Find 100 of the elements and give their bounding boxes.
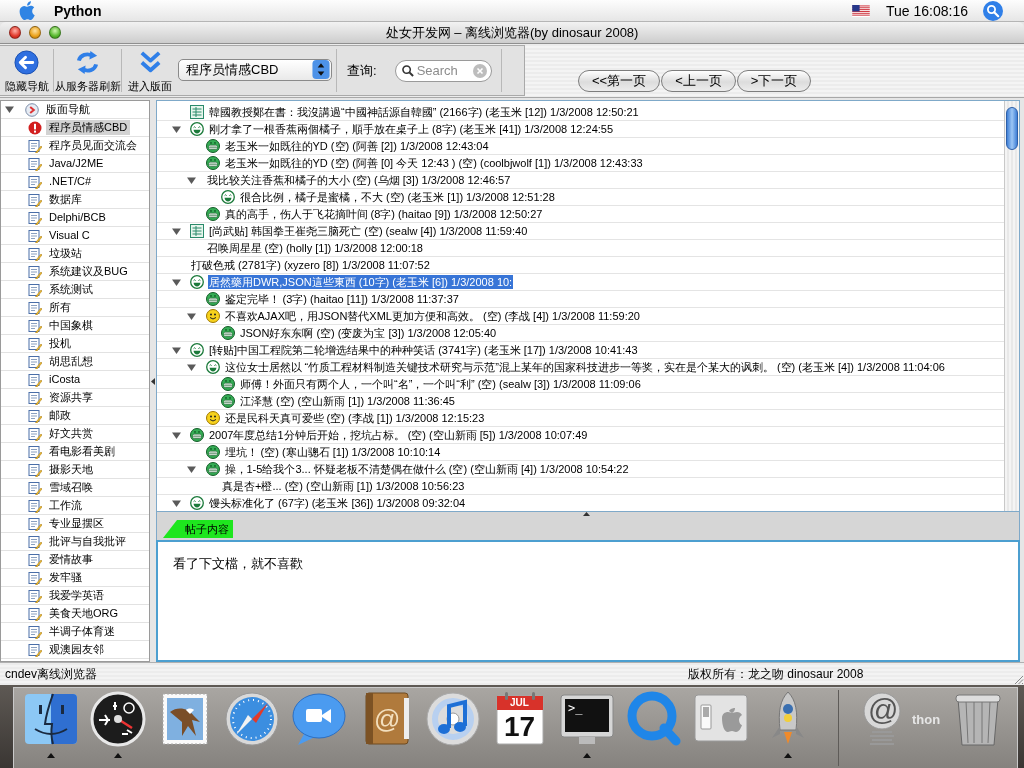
sidebar-item[interactable]: 邮政	[46, 408, 74, 423]
previous-page-button[interactable]: <上一页	[661, 70, 736, 92]
sidebar-item[interactable]: 版面导航	[43, 102, 93, 117]
board-dropdown[interactable]: 程序员情感CBD	[178, 58, 332, 81]
sidebar-item[interactable]: 垃圾站	[46, 246, 85, 261]
scroll-thumb[interactable]	[1006, 107, 1018, 150]
sidebar-item[interactable]: 观澳园友邻	[46, 642, 107, 657]
zoom-button[interactable]	[49, 26, 61, 39]
sidebar-item[interactable]: 批评与自我批评	[46, 534, 129, 549]
thread-item[interactable]: 我比较关注香蕉和橘子的大小 (空) (乌烟 [3]) 1/3/2008 12:46:57	[205, 173, 512, 187]
close-button[interactable]	[9, 26, 21, 39]
thread-item[interactable]: 操，1-5给我个3... 怀疑老板不清楚偶在做什么 (空) (空山新雨 [4]) 1/3/2008 10:54:22	[223, 462, 630, 476]
compass-icon[interactable]	[223, 690, 281, 748]
toolbar-button[interactable]: 隐藏导航	[0, 46, 53, 95]
sidebar-item[interactable]: 程序员见面交流会	[46, 138, 140, 153]
disclosure-triangle-icon[interactable]	[187, 175, 196, 185]
thread-item[interactable]: 召唤周星星 (空) (holly [1]) 1/3/2008 12:00:18	[205, 241, 424, 255]
app-menu[interactable]: Python	[54, 2, 102, 19]
flag-icon[interactable]	[852, 4, 870, 17]
disclosure-triangle-icon[interactable]	[171, 430, 181, 440]
disclosure-triangle-icon[interactable]	[187, 464, 196, 474]
sidebar-item[interactable]: Delphi/BCB	[46, 210, 109, 225]
minimize-button[interactable]	[29, 26, 41, 39]
video-chat-bubble-icon[interactable]	[290, 690, 348, 748]
sidebar-item[interactable]: 我爱学英语	[46, 588, 107, 603]
sidebar-item[interactable]: 看电影看美剧	[46, 444, 118, 459]
disclosure-triangle-icon[interactable]	[171, 124, 181, 134]
sidebar-item[interactable]: .NET/C#	[46, 174, 95, 189]
disclosure-triangle-icon[interactable]	[171, 277, 181, 287]
search-field[interactable]: Search	[394, 59, 492, 82]
next-page-button[interactable]: >下一页	[736, 70, 812, 92]
note-pencil-icon	[28, 624, 42, 639]
disclosure-triangle-icon[interactable]	[187, 362, 196, 372]
dial-gauge-icon[interactable]	[89, 690, 147, 748]
thread-item[interactable]: [转贴]中国工程院第二轮增选结果中的种种笑话 (3741字) (老玉米 [17]) 1/3/2008 10:41:43	[208, 343, 639, 357]
sidebar-item[interactable]: 系统建议及BUG	[46, 264, 131, 279]
sidebar-item[interactable]: 数据库	[46, 192, 85, 207]
calendar-month: JUL	[510, 697, 529, 708]
sidebar-item[interactable]: 程序员情感CBD	[46, 120, 131, 135]
resize-grip-icon[interactable]	[1013, 674, 1024, 685]
thread-item[interactable]: [尚武贴] 韩国拳王崔尧三脑死亡 (空) (sealw [4]) 1/3/2008 11:59:40	[208, 224, 529, 238]
toolbar-button[interactable]: 进入版面	[122, 46, 178, 95]
note-pencil-icon	[28, 210, 42, 225]
thread-item[interactable]: 刚才拿了一根香蕉兩個橘子，順手放在桌子上 (8字) (老玉米 [41]) 1/3/2008 12:24:55	[208, 122, 615, 136]
search-icon[interactable]	[983, 0, 1003, 21]
toolbar-button[interactable]: 从服务器刷新	[54, 46, 121, 95]
thread-item[interactable]: 馒头标准化了 (67字) (老玉米 [36]) 1/3/2008 09:32:04	[208, 496, 467, 510]
sidebar-item[interactable]: 好文共赏	[46, 426, 96, 441]
sidebar-item[interactable]: 投机	[46, 336, 74, 351]
sidebar-item[interactable]: 资源共享	[46, 390, 96, 405]
disclosure-triangle-icon[interactable]	[5, 105, 14, 114]
note-pencil-icon	[28, 174, 42, 189]
thread-item[interactable]: 江泽慧 (空) (空山新雨 [1]) 1/3/2008 11:36:45	[239, 394, 456, 408]
thread-item[interactable]: 这位女士居然以 “竹质工程材料制造关键技术研究与示范”混上某年的国家科技进步一等奖，实在是个某大的讽刺。 (空) (老玉米 [4]) 1/3/2008 11:04:06	[223, 360, 946, 374]
note-pencil-icon	[28, 246, 42, 261]
sidebar-item[interactable]: 发牢骚	[46, 570, 85, 585]
sidebar-item[interactable]: 美食天地ORG	[46, 606, 122, 621]
thread-item[interactable]: 打破色戒 (2781字) (xyzero [8]) 1/3/2008 11:07:52	[190, 258, 431, 272]
thread-item[interactable]: 真是杏+橙... (空) (空山新雨 [1]) 1/3/2008 10:56:23	[221, 479, 466, 493]
sidebar-item[interactable]: 胡思乱想	[46, 354, 96, 369]
disclosure-triangle-icon[interactable]	[171, 226, 181, 236]
content-tab[interactable]: 帖子内容	[163, 520, 233, 538]
thread-item[interactable]: 老玉米一如既往的YD (空) (阿善 [2]) 1/3/2008 12:43:04	[223, 139, 490, 153]
thread-item[interactable]: 很合比例，橘子是蜜橘，不大 (空) (老玉米 [1]) 1/3/2008 12:51:28	[239, 190, 556, 204]
thread-item[interactable]: JSON好东东啊 (空) (变废为宝 [3]) 1/3/2008 12:05:40	[239, 326, 498, 340]
menu-clock[interactable]: Tue 16:08:16	[886, 2, 968, 19]
sidebar-item[interactable]: 雪域召唤	[46, 480, 96, 495]
thread-item[interactable]: 韓國教授鄭在書：我沒講過“中國神話源自韓國” (2166字) (老玉米 [12]) 1/3/2008 12:50:21	[208, 105, 640, 119]
note-pencil-icon	[28, 156, 42, 171]
disclosure-triangle-icon[interactable]	[171, 498, 181, 508]
teeth-grin-icon	[205, 139, 220, 153]
thread-item[interactable]: 鉴定完毕！ (3字) (haitao [11]) 1/3/2008 11:37:37	[223, 292, 460, 306]
sidebar-item[interactable]: 中国象棋	[46, 318, 96, 333]
sidebar-item[interactable]: Java/J2ME	[46, 156, 107, 171]
teeth-grin-icon	[190, 428, 204, 442]
sidebar-item[interactable]: 所有	[46, 300, 74, 315]
disclosure-triangle-icon[interactable]	[187, 311, 196, 321]
note-pencil-icon	[28, 462, 42, 477]
apple-menu-icon[interactable]	[19, 1, 35, 20]
thread-item[interactable]: 埋坑！ (空) (寒山骢石 [1]) 1/3/2008 10:10:14	[223, 445, 442, 459]
thread-item[interactable]: 2007年度总结1分钟后开始，挖坑占标。 (空) (空山新雨 [5]) 1/3/2008 10:07:49	[208, 428, 589, 442]
music-disc-icon[interactable]	[424, 690, 482, 748]
scrollbar[interactable]	[1004, 101, 1019, 511]
thread-item[interactable]: 老玉米一如既往的YD (空) (阿善 [0] 今天 12:43 ) (空) (coolbjwolf [1]) 1/3/2008 12:43:33	[223, 156, 644, 170]
sidebar-item[interactable]: 摄影天地	[46, 462, 96, 477]
sidebar-item[interactable]: 爱情故事	[46, 552, 96, 567]
thread-item[interactable]: 师傅！外面只有两个人，一个叫“名”，一个叫“利” (空) (sealw [3]) 1/3/2008 11:09:06	[239, 377, 642, 391]
sidebar-item[interactable]: 专业显摆区	[46, 516, 107, 531]
thread-item[interactable]: 还是民科天真可爱些 (空) (李战 [1]) 1/3/2008 12:15:23	[223, 411, 486, 425]
thread-item[interactable]: 居然藥用DWR,JSON這些東西 (10字) (老玉米 [6]) 1/3/2008 10:	[208, 275, 514, 289]
thread-item[interactable]: 真的高手，伤人于飞花摘叶间 (8字) (haitao [9]) 1/3/2008 12:50:27	[223, 207, 544, 221]
thread-item[interactable]: 不喜欢AJAX吧，用JSON替代XML更加方便和高效。 (空) (李战 [4]) 1/3/2008 11:59:20	[223, 309, 641, 323]
disclosure-triangle-icon[interactable]	[171, 345, 181, 355]
sidebar-item[interactable]: 半调子体育迷	[46, 624, 118, 639]
sidebar-item[interactable]: Visual C	[46, 228, 93, 243]
sidebar-item[interactable]: 工作流	[46, 498, 85, 513]
first-page-button[interactable]: <<第一页	[578, 70, 661, 92]
sidebar-item[interactable]: 系统测试	[46, 282, 96, 297]
arrow-circle-icon	[25, 102, 39, 117]
sidebar-item[interactable]: iCosta	[46, 372, 84, 387]
